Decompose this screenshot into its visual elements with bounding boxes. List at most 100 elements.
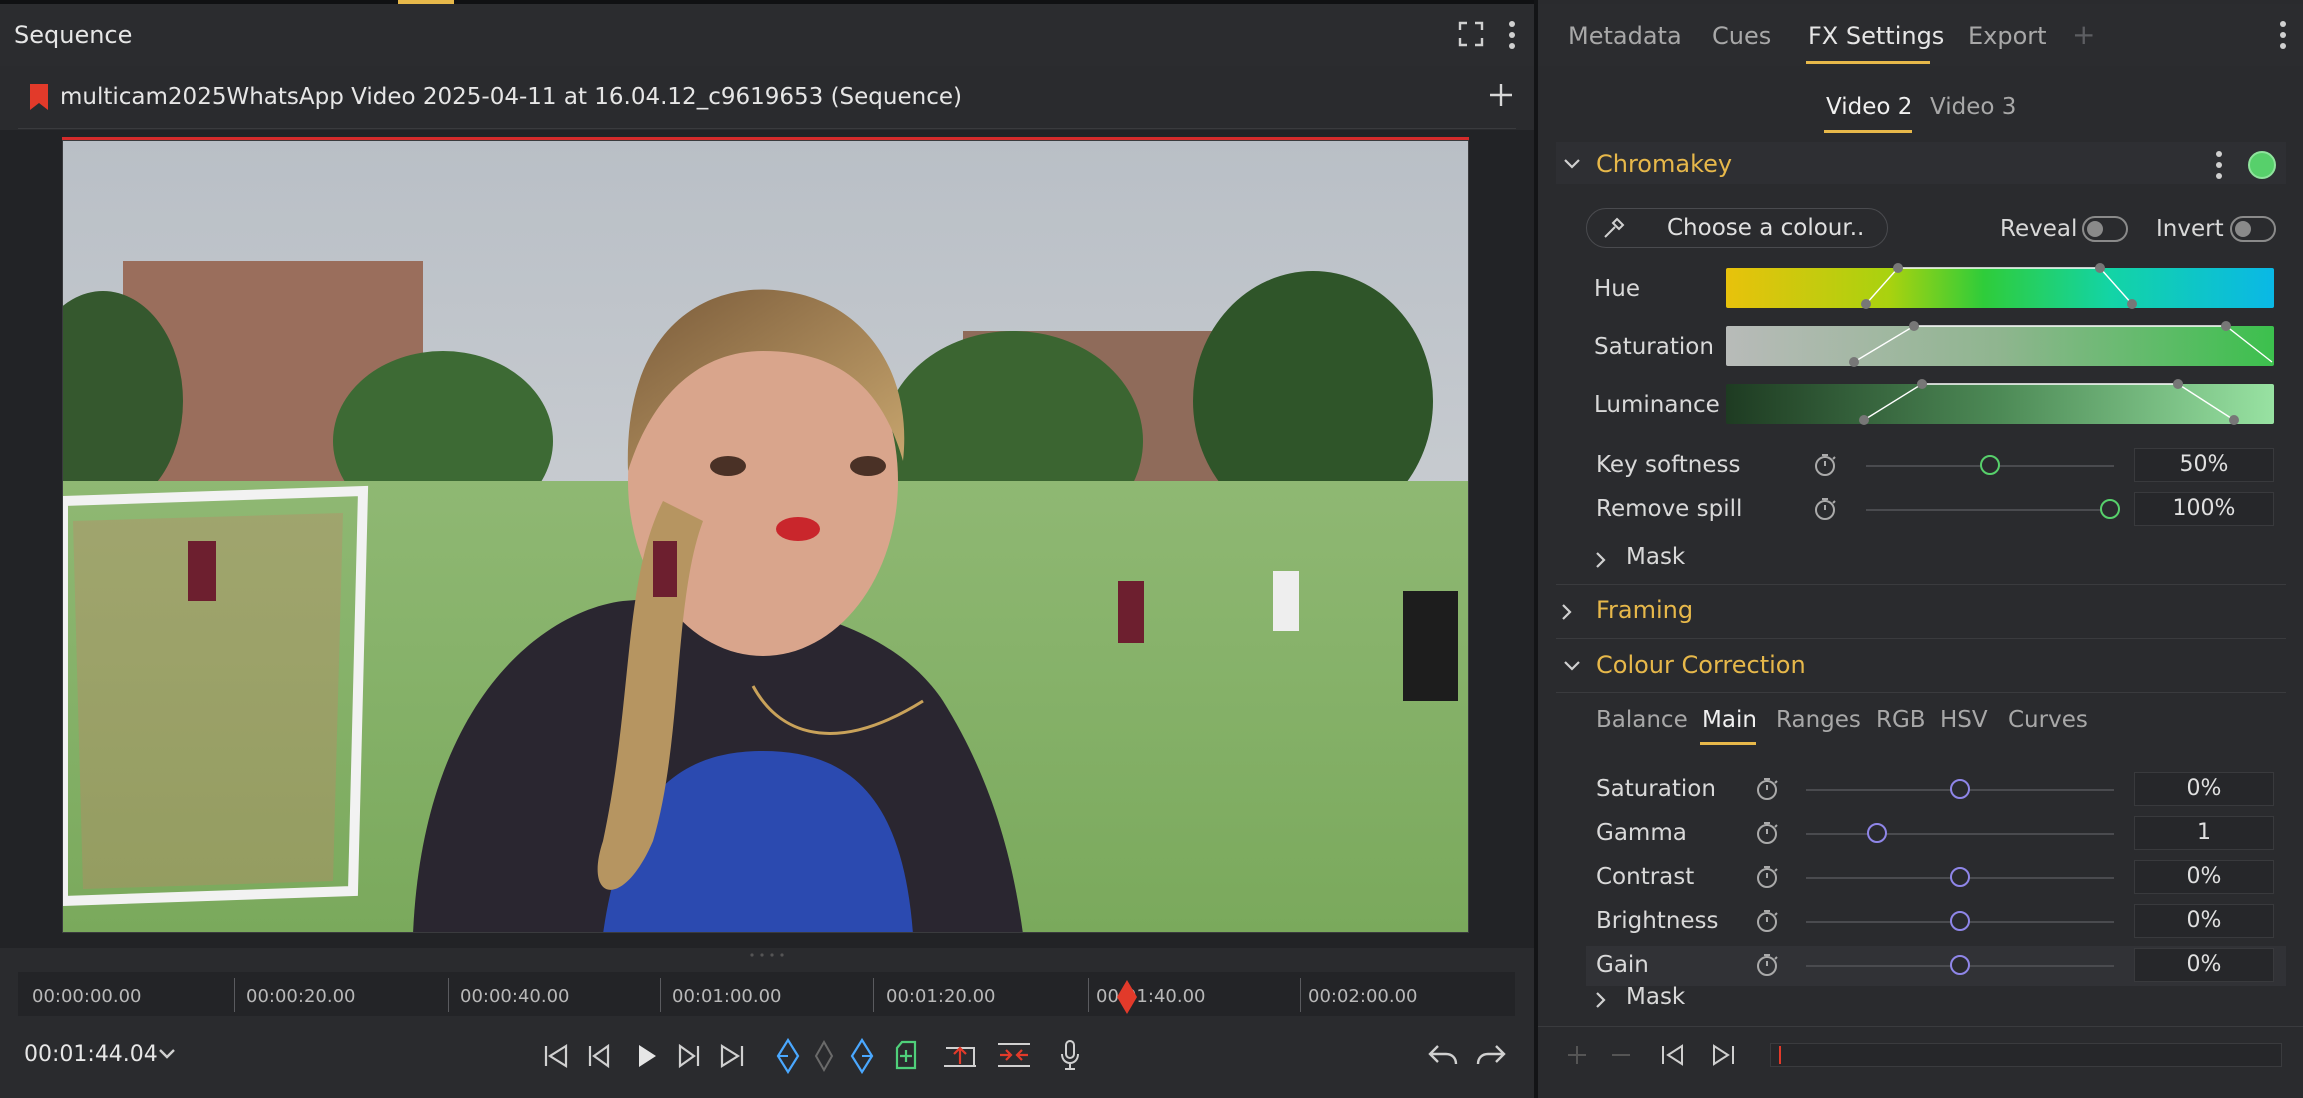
undo-icon[interactable] — [1426, 1040, 1460, 1074]
reveal-toggle[interactable] — [2082, 216, 2128, 242]
fullscreen-icon[interactable] — [1456, 20, 1486, 55]
cc-row-label: Saturation — [1596, 776, 1716, 802]
step-back-icon[interactable] — [584, 1040, 616, 1076]
tab-cues[interactable]: Cues — [1712, 22, 1771, 50]
invert-toggle[interactable] — [2230, 216, 2276, 242]
go-to-end-icon[interactable] — [716, 1040, 748, 1076]
lift-icon[interactable] — [942, 1040, 978, 1074]
cc-row-value[interactable]: 0% — [2134, 860, 2274, 894]
chevron-right-icon[interactable] — [1594, 550, 1608, 574]
cc-row-knob[interactable] — [1950, 955, 1970, 975]
timeline-tick — [660, 978, 661, 1012]
go-to-start-icon[interactable] — [540, 1040, 572, 1076]
subtab-ranges[interactable]: Ranges — [1776, 707, 1861, 733]
subtab-indicator — [1700, 742, 1756, 745]
header-divider — [18, 128, 1516, 129]
microphone-icon[interactable] — [1058, 1038, 1082, 1076]
add-to-sequence-icon[interactable] — [892, 1038, 920, 1076]
mark-in-icon[interactable] — [774, 1037, 802, 1078]
remove-spill-value[interactable]: 100% — [2134, 492, 2274, 526]
subtab-main[interactable]: Main — [1702, 707, 1757, 733]
add-keyframe-icon[interactable] — [1566, 1044, 1588, 1070]
timeline-label: 00:00:00.00 — [32, 986, 142, 1007]
remove-spill-knob[interactable] — [2100, 499, 2120, 519]
tab-export[interactable]: Export — [1968, 22, 2047, 50]
remove-spill-slider[interactable] — [1866, 509, 2114, 511]
add-icon[interactable] — [1486, 80, 1516, 114]
timecode-display[interactable]: 00:01:44.04 — [24, 1042, 158, 1067]
saturation-label: Saturation — [1594, 334, 1714, 360]
hue-label: Hue — [1594, 276, 1641, 302]
timeline-label: 00:01:20.00 — [886, 986, 996, 1007]
invert-label: Invert — [2156, 216, 2224, 242]
chevron-right-icon[interactable] — [1560, 602, 1574, 626]
remove-keyframe-icon[interactable] — [1610, 1044, 1632, 1070]
key-softness-knob[interactable] — [1980, 455, 2000, 475]
cc-row-knob[interactable] — [1950, 867, 1970, 887]
top-accent-marker — [398, 0, 454, 4]
chevron-down-icon[interactable] — [1562, 156, 1582, 175]
stopwatch-icon[interactable] — [1754, 864, 1780, 894]
extract-icon[interactable] — [996, 1040, 1032, 1074]
effect-enabled-toggle[interactable] — [2248, 151, 2276, 179]
chromakey-mask-label[interactable]: Mask — [1626, 544, 1685, 570]
next-keyframe-icon[interactable] — [1708, 1042, 1738, 1072]
tab-video-2[interactable]: Video 2 — [1826, 94, 1912, 120]
stopwatch-icon[interactable] — [1812, 496, 1838, 526]
timeline-label: 00:00:20.00 — [246, 986, 356, 1007]
cc-row-value[interactable]: 0% — [2134, 904, 2274, 938]
active-tab-indicator — [1806, 61, 1930, 64]
framing-title[interactable]: Framing — [1596, 596, 1693, 624]
more-options-icon[interactable] — [1500, 20, 1524, 57]
video-preview[interactable] — [62, 140, 1469, 933]
subtab-curves[interactable]: Curves — [2008, 707, 2088, 733]
key-softness-value[interactable]: 50% — [2134, 448, 2274, 482]
chevron-right-icon[interactable] — [1594, 990, 1608, 1014]
cc-row-knob[interactable] — [1950, 911, 1970, 931]
tab-metadata[interactable]: Metadata — [1568, 22, 1682, 50]
subtab-hsv[interactable]: HSV — [1940, 707, 1988, 733]
stopwatch-icon[interactable] — [1754, 908, 1780, 938]
cc-row-knob[interactable] — [1866, 823, 1887, 843]
add-tab-button[interactable]: + — [2072, 18, 2095, 51]
playhead-marker[interactable] — [1116, 980, 1138, 1014]
cc-row-value[interactable]: 0% — [2134, 948, 2274, 982]
luminance-range-bar[interactable] — [1726, 379, 2274, 425]
stopwatch-icon[interactable] — [1754, 952, 1780, 982]
saturation-range-bar[interactable] — [1726, 321, 2274, 367]
chevron-down-icon[interactable] — [158, 1046, 176, 1065]
previous-keyframe-icon[interactable] — [1658, 1042, 1688, 1072]
colour-correction-mask-label[interactable]: Mask — [1626, 984, 1685, 1010]
step-forward-icon[interactable] — [672, 1040, 704, 1076]
subtab-balance[interactable]: Balance — [1596, 707, 1688, 733]
colour-correction-title[interactable]: Colour Correction — [1596, 651, 1806, 679]
resize-grip[interactable] — [740, 944, 800, 957]
more-options-icon[interactable] — [2278, 20, 2288, 54]
stopwatch-icon[interactable] — [1754, 776, 1780, 806]
marker-icon[interactable] — [812, 1038, 836, 1078]
mark-out-icon[interactable] — [848, 1037, 876, 1078]
stopwatch-icon[interactable] — [1812, 452, 1838, 482]
subtab-rgb[interactable]: RGB — [1876, 707, 1926, 733]
chromakey-title: Chromakey — [1596, 150, 1733, 178]
keyframe-track[interactable] — [1770, 1043, 2282, 1067]
cc-row-knob[interactable] — [1950, 779, 1970, 799]
section-divider — [1556, 638, 2286, 639]
timeline-tick — [234, 978, 235, 1012]
video-tab-indicator — [1824, 130, 1912, 133]
play-icon[interactable] — [630, 1040, 662, 1076]
timeline-tick — [1088, 978, 1089, 1012]
cc-row-value[interactable]: 1 — [2134, 816, 2274, 850]
choose-colour-button[interactable]: Choose a colour.. — [1586, 208, 1888, 248]
tab-video-3[interactable]: Video 3 — [1930, 94, 2016, 120]
redo-icon[interactable] — [1474, 1040, 1508, 1074]
chevron-down-icon[interactable] — [1562, 658, 1582, 677]
stopwatch-icon[interactable] — [1754, 820, 1780, 850]
tab-fx-settings[interactable]: FX Settings — [1808, 22, 1944, 50]
timeline-ruler[interactable]: 00:00:00.00 00:00:20.00 00:00:40.00 00:0… — [18, 972, 1515, 1016]
more-options-icon[interactable] — [2214, 150, 2224, 184]
choose-colour-label: Choose a colour.. — [1667, 215, 1865, 241]
cc-row-value[interactable]: 0% — [2134, 772, 2274, 806]
cc-row-slider[interactable] — [1806, 833, 2114, 835]
hue-range-bar[interactable] — [1726, 263, 2274, 309]
